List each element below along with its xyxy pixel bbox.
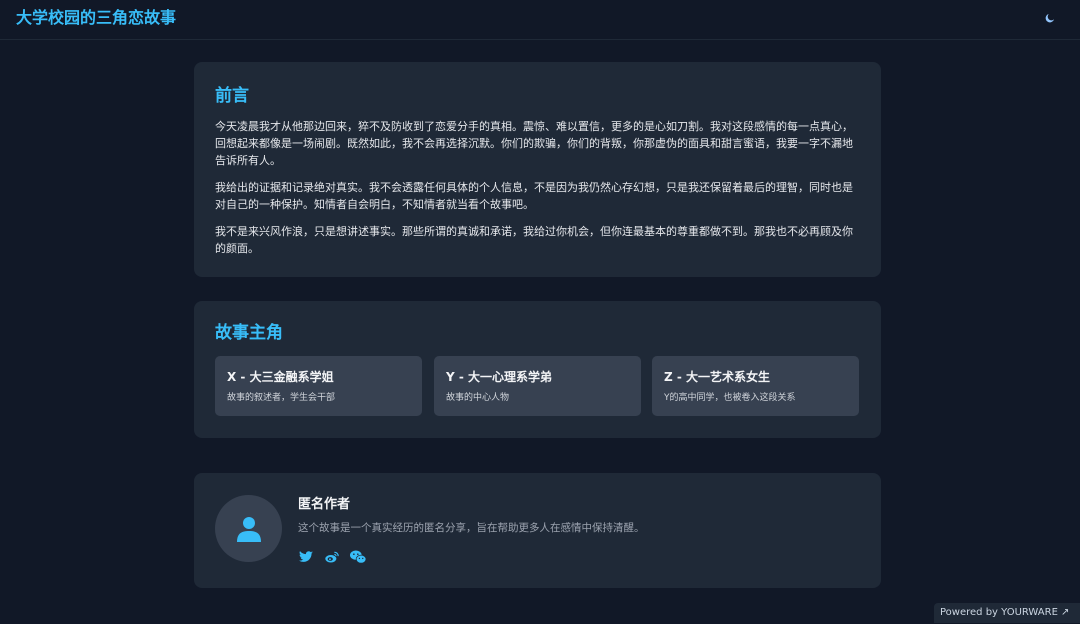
author-name: 匿名作者 xyxy=(298,497,351,512)
preface-paragraph: 今天凌晨我才从他那边回来，猝不及防收到了恋爱分手的真相。震惊、难以置信，更多的是… xyxy=(215,120,853,167)
wechat-icon xyxy=(350,550,366,564)
social-links xyxy=(298,549,366,565)
character-card-z[interactable]: Z - 大一艺术系女生 Y的高中同学，也被卷入这段关系 xyxy=(652,356,859,416)
characters-card: 故事主角 X - 大三金融系学姐 故事的叙述者，学生会干部 Y - 大一心理系学… xyxy=(194,301,881,438)
preface-card: 前言 今天凌晨我才从他那边回来，猝不及防收到了恋爱分手的真相。震惊、难以置信，更… xyxy=(194,62,881,277)
character-name: X - 大三金融系学姐 xyxy=(227,370,334,384)
character-name: Y - 大一心理系学弟 xyxy=(446,370,553,384)
wechat-link[interactable] xyxy=(350,549,366,565)
twitter-link[interactable] xyxy=(298,549,314,565)
twitter-icon xyxy=(299,551,313,562)
character-desc: 故事的叙述者，学生会干部 xyxy=(227,393,336,403)
theme-toggle-button[interactable] xyxy=(1040,8,1060,28)
character-card-x[interactable]: X - 大三金融系学姐 故事的叙述者，学生会干部 xyxy=(215,356,422,416)
site-title[interactable]: 大学校园的三角恋故事 xyxy=(16,7,176,29)
avatar xyxy=(215,495,282,562)
top-bar: 大学校园的三角恋故事 xyxy=(0,0,1080,40)
user-icon xyxy=(236,516,261,542)
author-bio: 这个故事是一个真实经历的匿名分享，旨在帮助更多人在感情中保持清醒。 xyxy=(298,522,645,534)
character-desc: 故事的中心人物 xyxy=(446,393,510,403)
preface-heading: 前言 xyxy=(215,86,249,106)
character-desc: Y的高中同学，也被卷入这段关系 xyxy=(664,393,796,403)
weibo-link[interactable] xyxy=(324,549,340,565)
author-card: 匿名作者 这个故事是一个真实经历的匿名分享，旨在帮助更多人在感情中保持清醒。 xyxy=(194,473,881,588)
powered-by-link[interactable]: Powered by YOURWARE ↗ xyxy=(934,603,1080,623)
preface-paragraph: 我给出的证据和记录绝对真实。我不会透露任何具体的个人信息，不是因为我仍然心存幻想… xyxy=(215,181,853,211)
character-name: Z - 大一艺术系女生 xyxy=(664,370,771,384)
preface-paragraph: 我不是来兴风作浪，只是想讲述事实。那些所谓的真诚和承诺，我给过你机会，但你连最基… xyxy=(215,225,853,255)
moon-icon xyxy=(1045,14,1054,23)
characters-heading: 故事主角 xyxy=(215,323,283,343)
character-card-y[interactable]: Y - 大一心理系学弟 故事的中心人物 xyxy=(434,356,641,416)
weibo-icon xyxy=(325,551,339,563)
